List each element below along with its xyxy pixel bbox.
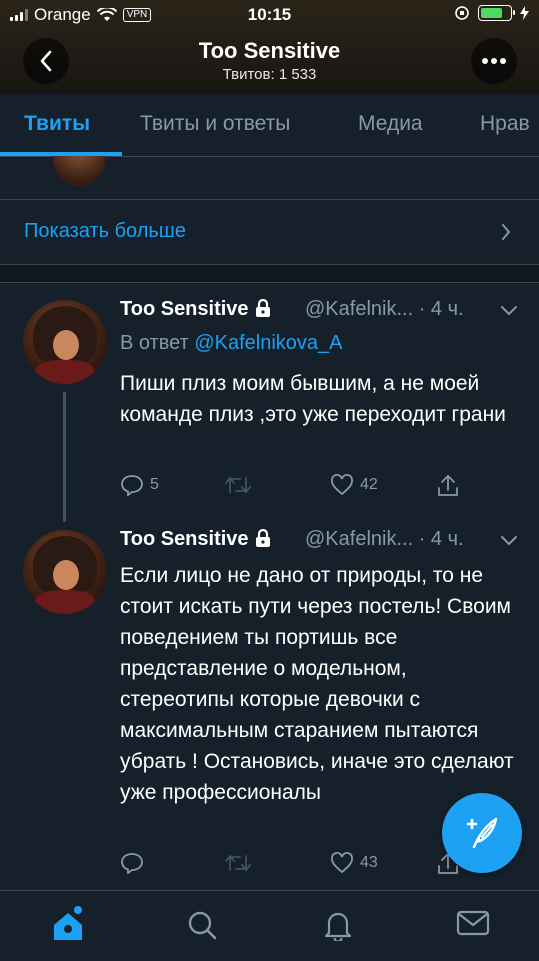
more-dots-icon <box>482 58 506 64</box>
reply-count: 5 <box>150 476 159 493</box>
tab-media[interactable]: Медиа <box>358 112 423 136</box>
retweet-button[interactable] <box>225 853 257 873</box>
reply-button[interactable]: 5 <box>120 474 159 496</box>
chevron-down-icon[interactable] <box>500 305 518 316</box>
tweet-author-name[interactable]: Too Sensitive <box>120 298 272 321</box>
retweet-icon <box>225 854 251 872</box>
reply-to-line: В ответ @Kafelnikova_A <box>120 332 343 355</box>
profile-name-title: Too Sensitive <box>198 38 341 63</box>
nav-notifications[interactable] <box>322 909 354 946</box>
battery-icon <box>478 5 515 21</box>
search-icon <box>188 911 217 940</box>
bottom-tab-bar <box>0 890 539 961</box>
divider <box>0 199 539 200</box>
status-bar: Orange VPN 10:15 <box>0 0 539 30</box>
avatar[interactable] <box>23 300 107 384</box>
handle-text: @Kafelnik... <box>305 528 414 550</box>
header-title-block: Too Sensitive Твитов: 1 533 <box>0 38 539 83</box>
reply-icon <box>121 475 143 496</box>
like-button[interactable]: 42 <box>330 474 378 496</box>
reply-icon <box>121 853 143 874</box>
reply-button[interactable] <box>120 852 150 874</box>
profile-header: Orange VPN 10:15 Too Sensitive Твитов: 1… <box>0 0 539 94</box>
tweet-count: Твитов: 1 533 <box>222 66 317 83</box>
tweet-author-name[interactable]: Too Sensitive <box>120 528 272 551</box>
like-count: 43 <box>360 854 378 871</box>
tweet-text: Если лицо не дано от природы, то не стои… <box>120 564 514 804</box>
author-name-text: Too Sensitive <box>120 528 249 550</box>
retweet-button[interactable] <box>225 475 257 495</box>
heart-icon <box>331 474 353 496</box>
profile-tabs: Твиты Твиты и ответы Медиа Нрав <box>0 94 539 157</box>
tweet-handle[interactable]: @Kafelnik... · 4 ч. <box>305 528 464 551</box>
thread-line <box>63 392 66 522</box>
section-gap <box>0 265 539 282</box>
charging-icon <box>520 6 529 20</box>
tweet-time: · 4 ч. <box>418 298 464 320</box>
avatar[interactable] <box>23 530 107 614</box>
reply-prefix: В ответ <box>120 332 189 354</box>
compose-tweet-button[interactable] <box>442 793 522 873</box>
lock-icon <box>256 298 271 317</box>
nav-messages[interactable] <box>456 909 490 942</box>
orientation-lock-icon <box>455 6 469 20</box>
compose-tweet-icon <box>466 817 498 849</box>
like-button[interactable]: 43 <box>330 852 378 874</box>
heart-icon <box>331 852 353 874</box>
notifications-icon <box>324 912 352 943</box>
author-name-text: Too Sensitive <box>120 298 249 320</box>
retweet-icon <box>225 476 251 494</box>
chevron-right-icon <box>502 224 511 240</box>
nav-home[interactable] <box>50 906 86 948</box>
tweet-text: Пиши плиз моим бывшим, а не моей команде… <box>120 372 506 426</box>
show-more-link[interactable]: Показать больше <box>24 220 186 243</box>
home-icon <box>54 913 82 940</box>
active-tab-indicator <box>0 152 122 156</box>
divider <box>0 282 539 283</box>
lock-icon <box>256 528 271 547</box>
reply-to-link[interactable]: @Kafelnikova_A <box>194 332 342 354</box>
notification-dot <box>74 906 82 914</box>
tab-tweets-and-replies[interactable]: Твиты и ответы <box>140 112 290 136</box>
tweet-time: · 4 ч. <box>418 528 464 550</box>
chevron-down-icon[interactable] <box>500 535 518 546</box>
tab-tweets[interactable]: Твиты <box>24 112 90 136</box>
nav-search[interactable] <box>186 909 218 946</box>
share-icon[interactable] <box>437 474 459 498</box>
handle-text: @Kafelnik... <box>305 298 414 320</box>
like-count: 42 <box>360 476 378 493</box>
tab-likes[interactable]: Нрав <box>480 112 530 136</box>
messages-icon <box>456 910 490 936</box>
more-button[interactable] <box>471 38 517 84</box>
status-right <box>454 5 529 21</box>
tweet-handle[interactable]: @Kafelnik... · 4 ч. <box>305 298 464 321</box>
